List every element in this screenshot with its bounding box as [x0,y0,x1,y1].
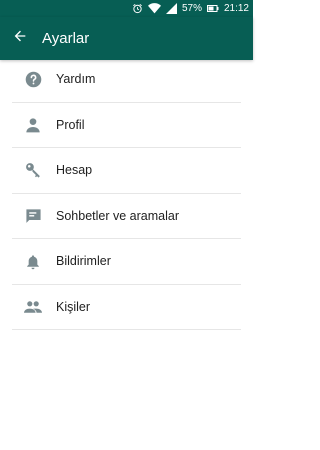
page-title: Ayarlar [42,30,90,47]
status-bar: 57% 21:12 [0,0,253,17]
signal-icon [165,3,177,14]
alarm-icon [132,3,143,14]
clock: 21:12 [223,3,249,14]
person-icon [24,116,42,134]
arrow-left-icon [12,28,28,49]
chat-icon [24,207,42,225]
settings-item-label: Hesap [56,163,93,177]
back-button[interactable] [6,24,34,52]
settings-item-profile[interactable]: Profil [0,103,253,148]
battery-icon [206,4,219,13]
status-icons: 57% 21:12 [132,0,249,17]
settings-item-contacts[interactable]: Kişiler [0,285,253,330]
settings-item-label: Profil [56,117,85,132]
key-icon [24,162,42,180]
settings-item-label: Kişiler [56,299,91,314]
bell-icon [24,253,42,271]
battery-percent: 57% [181,3,202,14]
settings-item-notifications[interactable]: Bildirimler [0,239,253,285]
settings-item-chats-calls[interactable]: Sohbetler ve aramalar [0,194,253,239]
settings-list: Yardım Profil Hesap Sohbetler ve aramala… [0,57,253,330]
people-icon [24,298,42,316]
divider [12,329,241,330]
help-icon [24,71,42,89]
wifi-icon [147,3,161,14]
settings-item-account[interactable]: Hesap [0,148,253,194]
settings-item-label: Yardım [56,72,96,86]
settings-item-label: Bildirimler [56,254,111,268]
settings-item-label: Sohbetler ve aramalar [56,208,179,223]
settings-item-help[interactable]: Yardım [0,57,253,103]
app-bar: Ayarlar [0,17,253,60]
